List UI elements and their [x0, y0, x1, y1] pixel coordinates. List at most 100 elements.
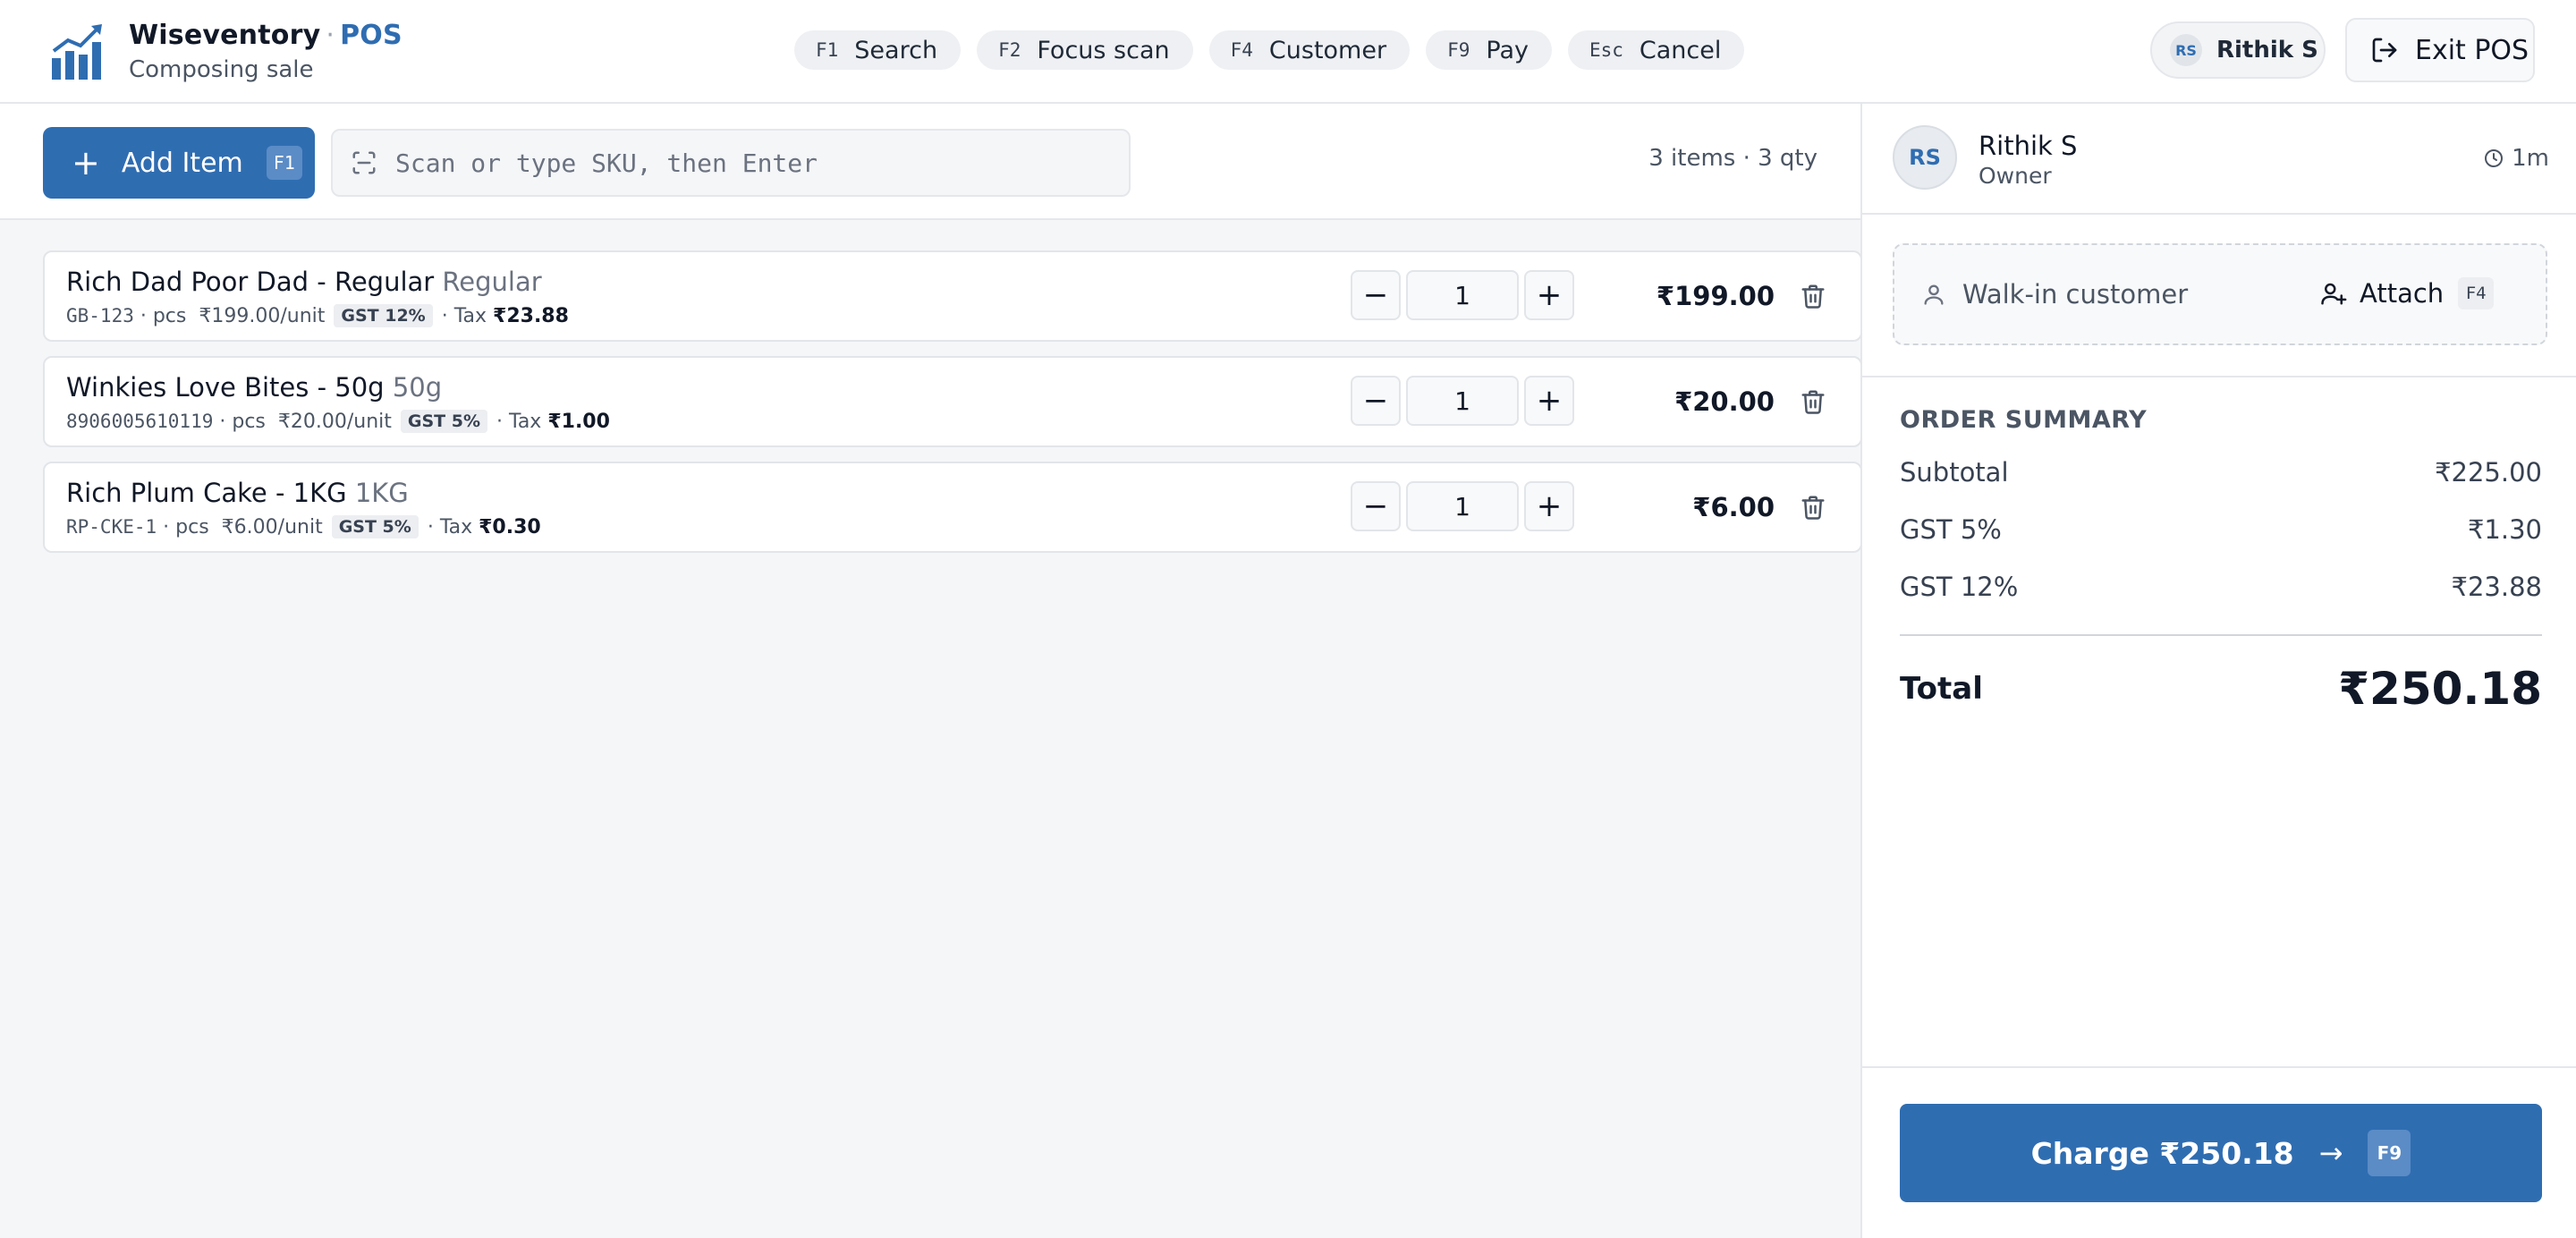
customer-label: Walk-in customer [1962, 279, 2189, 310]
item-name: Rich Plum Cake - 1KG 1KG [66, 478, 409, 508]
cart-panel: + Add Item F1 3 items · 3 qty Rich Dad P… [0, 104, 1862, 1238]
session-timer: 1m [2483, 145, 2549, 172]
add-item-shortcut: F1 [266, 146, 302, 180]
shortcut-customer[interactable]: F4 Customer [1208, 30, 1411, 70]
item-unit: · pcs [163, 515, 209, 538]
cashier-info: RS Rithik S Owner 1m [1862, 104, 2576, 215]
arrow-right-icon: → [2318, 1136, 2343, 1170]
item-tax-label: · Tax [496, 410, 542, 433]
quantity-stepper: − 1 + [1351, 376, 1574, 426]
scan-icon [352, 151, 376, 174]
summary-divider [1900, 634, 2542, 636]
item-title: Winkies Love Bites - 50g [66, 372, 385, 403]
user-plus-icon [2321, 283, 2347, 305]
item-sku: RP-CKE-1 [66, 516, 157, 538]
shortcut-label: Customer [1268, 36, 1387, 64]
cart-toolbar: + Add Item F1 3 items · 3 qty [0, 104, 1860, 220]
attach-customer-button[interactable]: Attach F4 [2320, 277, 2495, 310]
quantity-value[interactable]: 1 [1406, 376, 1519, 426]
item-meta: RP-CKE-1 · pcs ₹6.00/unit GST 5% · Tax ₹… [66, 515, 541, 538]
item-tax: ₹0.30 [479, 515, 541, 538]
shortcut-pay[interactable]: F9 Pay [1426, 30, 1552, 70]
customer-card: Walk-in customer Attach F4 [1893, 243, 2547, 345]
total-value: ₹250.18 [2338, 663, 2542, 715]
decrease-qty-button[interactable]: − [1351, 270, 1401, 320]
total-label: Total [1900, 671, 1983, 707]
quantity-value[interactable]: 1 [1406, 270, 1519, 320]
attach-shortcut: F4 [2458, 277, 2495, 310]
item-unit-price: ₹199.00/unit [199, 304, 326, 327]
gst-badge: GST 12% [334, 304, 433, 327]
item-tax: ₹23.88 [493, 304, 569, 327]
add-item-button[interactable]: + Add Item F1 [43, 127, 315, 199]
cashier-name: Rithik S [1979, 131, 2078, 161]
increase-qty-button[interactable]: + [1524, 481, 1574, 531]
avatar: RS [2170, 34, 2202, 66]
scan-input[interactable] [395, 148, 1129, 178]
cart-counts: 3 items · 3 qty [1648, 145, 1818, 172]
shortcut-label: Pay [1486, 36, 1529, 64]
shortcut-search[interactable]: F1 Search [794, 30, 962, 70]
item-unit-price: ₹20.00/unit [277, 410, 392, 433]
customer-section: Walk-in customer Attach F4 [1862, 215, 2576, 377]
brand: Wiseventory · POS Composing sale [50, 20, 402, 83]
charge-label: Charge ₹250.18 [2030, 1135, 2294, 1171]
summary-value: ₹23.88 [2451, 572, 2542, 602]
elapsed-time: 1m [2512, 145, 2549, 172]
cart-item-row: Winkies Love Bites - 50g 50g 89060056101… [43, 356, 1862, 447]
increase-qty-button[interactable]: + [1524, 270, 1574, 320]
logout-icon [2372, 38, 2397, 63]
gst-badge: GST 5% [331, 515, 419, 538]
quantity-value[interactable]: 1 [1406, 481, 1519, 531]
item-title: Rich Plum Cake - 1KG [66, 478, 347, 508]
trash-icon[interactable] [1800, 283, 1826, 310]
charge-shortcut: F9 [2368, 1130, 2411, 1176]
item-total: ₹199.00 [1656, 281, 1775, 311]
summary-label: GST 5% [1900, 514, 2002, 545]
item-unit: · pcs [140, 304, 187, 327]
walk-in-customer: Walk-in customer [1921, 279, 2188, 310]
add-item-label: Add Item [121, 147, 243, 179]
app-name: Wiseventory [129, 20, 321, 51]
pos-label: POS [340, 20, 402, 51]
user-name: Rithik S [2216, 37, 2318, 64]
app-title: Wiseventory · POS [129, 20, 402, 51]
title-separator: · [326, 20, 335, 51]
cart-item-row: Rich Plum Cake - 1KG 1KG RP-CKE-1 · pcs … [43, 462, 1862, 553]
quantity-stepper: − 1 + [1351, 481, 1574, 531]
checkout-panel: RS Rithik S Owner 1m Walk-in customer At… [1860, 104, 2576, 1238]
item-unit-price: ₹6.00/unit [221, 515, 323, 538]
scan-field[interactable] [331, 129, 1131, 197]
summary-value: ₹225.00 [2435, 457, 2542, 488]
shortcut-label: Search [854, 36, 938, 64]
attach-label: Attach [2360, 278, 2445, 309]
user-icon [1924, 284, 1944, 305]
summary-label: GST 12% [1900, 572, 2019, 602]
chart-logo-icon [52, 23, 102, 80]
item-title: Rich Dad Poor Dad - Regular [66, 267, 435, 297]
shortcut-cancel[interactable]: Esc Cancel [1567, 30, 1745, 70]
item-meta: 8906005610119 · pcs ₹20.00/unit GST 5% ·… [66, 410, 610, 433]
charge-button[interactable]: Charge ₹250.18 → F9 [1900, 1104, 2542, 1202]
trash-icon[interactable] [1800, 388, 1826, 415]
summary-heading: ORDER SUMMARY [1900, 406, 2148, 434]
exit-pos-button[interactable]: Exit POS [2345, 18, 2535, 82]
shortcut-focus-scan[interactable]: F2 Focus scan [977, 30, 1193, 70]
app-header: Wiseventory · POS Composing sale F1 Search … [0, 0, 2576, 104]
shortcut-bar: F1 Search F2 Focus scan F4 Customer F9 Pay E… [794, 30, 1760, 70]
increase-qty-button[interactable]: + [1524, 376, 1574, 426]
user-menu[interactable]: RS Rithik S [2150, 21, 2326, 79]
shortcut-label: Cancel [1639, 36, 1722, 64]
cart-item-row: Rich Dad Poor Dad - Regular Regular GB-1… [43, 250, 1862, 342]
shortcut-key: F4 [1230, 39, 1253, 61]
item-sku: GB-123 [66, 305, 134, 326]
decrease-qty-button[interactable]: − [1351, 481, 1401, 531]
shortcut-label: Focus scan [1037, 36, 1170, 64]
decrease-qty-button[interactable]: − [1351, 376, 1401, 426]
summary-row-gst-12: GST 12% ₹23.88 [1900, 572, 2542, 629]
item-total: ₹6.00 [1692, 492, 1775, 522]
item-variant: 50g [392, 372, 443, 403]
exit-pos-label: Exit POS [2415, 34, 2529, 66]
order-summary: ORDER SUMMARY Subtotal ₹225.00 GST 5% ₹1… [1900, 406, 2542, 715]
trash-icon[interactable] [1800, 494, 1826, 521]
